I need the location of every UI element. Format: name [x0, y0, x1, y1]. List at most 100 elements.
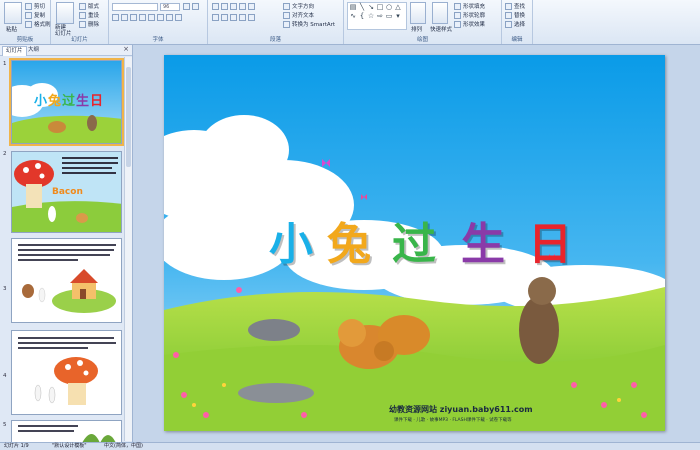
- shapes-gallery[interactable]: ▤ ╲ ↘ □ ○ △ ∿ { ☆ ⇨ ▭ ▾: [347, 2, 407, 30]
- find-icon: [505, 2, 512, 10]
- thumb-number: 2: [3, 151, 7, 157]
- increase-indent-icon[interactable]: [239, 3, 246, 10]
- format-painter-button[interactable]: 格式刷: [25, 20, 51, 28]
- tab-outline[interactable]: 大纲: [25, 46, 42, 55]
- panel-tabs: 幻灯片 大纲 ×: [0, 45, 132, 56]
- quick-styles-button[interactable]: [432, 2, 448, 24]
- slide-thumbnail-4[interactable]: [11, 330, 122, 415]
- effects-icon: [454, 20, 461, 28]
- bullets-icon[interactable]: [212, 3, 219, 10]
- font-format-buttons: [112, 14, 182, 21]
- scrollbar-thumb[interactable]: [126, 67, 131, 167]
- select-icon: [505, 20, 512, 28]
- slides-panel: 幻灯片 大纲 × 1 小 兔 过 生 日 2 Bacon 3 4 5: [0, 45, 133, 442]
- panel-scrollbar[interactable]: [124, 57, 132, 441]
- columns-icon[interactable]: [248, 14, 255, 21]
- strikethrough-icon[interactable]: [139, 14, 146, 21]
- clipboard-group: 粘贴 剪切 复制 格式刷 剪贴板: [0, 0, 51, 44]
- ribbon: 粘贴 剪切 复制 格式刷 剪贴板 新建 幻灯片 版式 重设 删除 幻灯片 96 …: [0, 0, 700, 45]
- align-text-button[interactable]: 对齐文本: [283, 11, 314, 19]
- copy-icon: [25, 11, 32, 19]
- spacing-icon[interactable]: [157, 14, 164, 21]
- list-buttons: [212, 3, 255, 10]
- text-direction-button[interactable]: 文字方向: [283, 2, 314, 10]
- oval-shape-icon[interactable]: ○: [385, 3, 393, 11]
- align-left-icon[interactable]: [212, 14, 219, 21]
- font-size-box[interactable]: 96: [160, 3, 180, 11]
- brush-icon: [25, 20, 32, 28]
- align-text-icon: [283, 11, 290, 19]
- case-icon[interactable]: [166, 14, 173, 21]
- slide-thumbnail-3[interactable]: [11, 238, 122, 323]
- shape-outline-button[interactable]: 形状轮廓: [454, 11, 485, 19]
- arrange-button[interactable]: [410, 2, 426, 24]
- shrink-font-icon[interactable]: [192, 3, 199, 10]
- tab-slides[interactable]: 幻灯片: [2, 46, 27, 56]
- shape-effects-button[interactable]: 形状效果: [454, 20, 485, 28]
- star-shape-icon[interactable]: ☆: [367, 12, 375, 20]
- text-direction-icon: [283, 2, 290, 10]
- rect-shape-icon[interactable]: □: [376, 3, 384, 11]
- right-arrow-shape-icon[interactable]: ⇨: [376, 12, 384, 20]
- reset-button[interactable]: 重设: [79, 11, 99, 19]
- layout-button[interactable]: 版式: [79, 2, 99, 10]
- svg-text:日: 日: [90, 94, 103, 109]
- thumb-number: 1: [3, 61, 7, 67]
- select-button[interactable]: 选择: [505, 20, 525, 28]
- underline-icon[interactable]: [130, 14, 137, 21]
- align-buttons: [212, 14, 255, 21]
- thumb-number: 5: [3, 422, 7, 428]
- slide-thumbnail-5[interactable]: [11, 420, 122, 442]
- smartart-icon: [283, 20, 290, 28]
- align-right-icon[interactable]: [230, 14, 237, 21]
- reset-icon: [79, 11, 86, 19]
- arrow-shape-icon[interactable]: ↘: [367, 3, 375, 11]
- font-color-icon[interactable]: [175, 14, 182, 21]
- line-spacing-icon[interactable]: [248, 3, 255, 10]
- decrease-indent-icon[interactable]: [230, 3, 237, 10]
- slide-thumbnail-2[interactable]: Bacon: [11, 151, 122, 233]
- website-subtext: 课件下载 · 儿歌 · 故事MP3 · FLASH课件下载 · 试卷下载等: [394, 418, 512, 423]
- slide-editor: 小 兔 过 生 日 幼教资源网站 ziyuan.baby611.com 课件下载…: [133, 45, 700, 442]
- website-text: 幼教资源网站 ziyuan.baby611.com: [389, 405, 533, 414]
- slides-group: 新建 幻灯片 版式 重设 删除 幻灯片: [51, 0, 109, 44]
- paste-label: 粘贴: [6, 27, 18, 33]
- paste-button[interactable]: [4, 2, 22, 24]
- grow-font-icon[interactable]: [183, 3, 190, 10]
- delete-icon: [79, 20, 86, 28]
- cut-button[interactable]: 剪切: [25, 2, 45, 10]
- outline-icon: [454, 11, 461, 19]
- slide-1-preview: 小 兔 过 生 日: [12, 61, 121, 143]
- arrange-label: 排列: [411, 27, 423, 33]
- svg-text:过: 过: [62, 93, 75, 109]
- shadow-icon[interactable]: [148, 14, 155, 21]
- align-center-icon[interactable]: [221, 14, 228, 21]
- font-name-box[interactable]: [112, 3, 158, 11]
- brace-shape-icon[interactable]: {: [358, 12, 366, 20]
- current-slide[interactable]: 小 兔 过 生 日 幼教资源网站 ziyuan.baby611.com 课件下载…: [164, 55, 665, 431]
- curve-shape-icon[interactable]: ∿: [349, 12, 357, 20]
- italic-icon[interactable]: [121, 14, 128, 21]
- line-shape-icon[interactable]: ╲: [358, 3, 366, 11]
- convert-smartart-button[interactable]: 转换为 SmartArt: [283, 20, 335, 28]
- shape-fill-button[interactable]: 形状填充: [454, 2, 485, 10]
- svg-text:生: 生: [76, 93, 89, 109]
- clipboard-group-label: 剪贴板: [16, 37, 34, 43]
- callout-shape-icon[interactable]: ▭: [385, 12, 393, 20]
- find-button[interactable]: 查找: [505, 2, 525, 10]
- justify-icon[interactable]: [239, 14, 246, 21]
- quick-styles-label: 快速样式: [430, 27, 453, 33]
- replace-button[interactable]: 替换: [505, 11, 525, 19]
- textbox-shape-icon[interactable]: ▤: [349, 3, 357, 11]
- drawing-group-label: 绘图: [416, 37, 428, 43]
- close-icon[interactable]: ×: [123, 45, 129, 53]
- triangle-shape-icon[interactable]: △: [394, 3, 402, 11]
- slide-thumbnail-1[interactable]: 小 兔 过 生 日: [9, 58, 124, 146]
- slide-3-preview: [12, 239, 121, 322]
- more-shapes-icon[interactable]: ▾: [394, 12, 402, 20]
- numbering-icon[interactable]: [221, 3, 228, 10]
- delete-button[interactable]: 删除: [79, 20, 99, 28]
- new-slide-button[interactable]: [56, 2, 74, 24]
- bold-icon[interactable]: [112, 14, 119, 21]
- copy-button[interactable]: 复制: [25, 11, 45, 19]
